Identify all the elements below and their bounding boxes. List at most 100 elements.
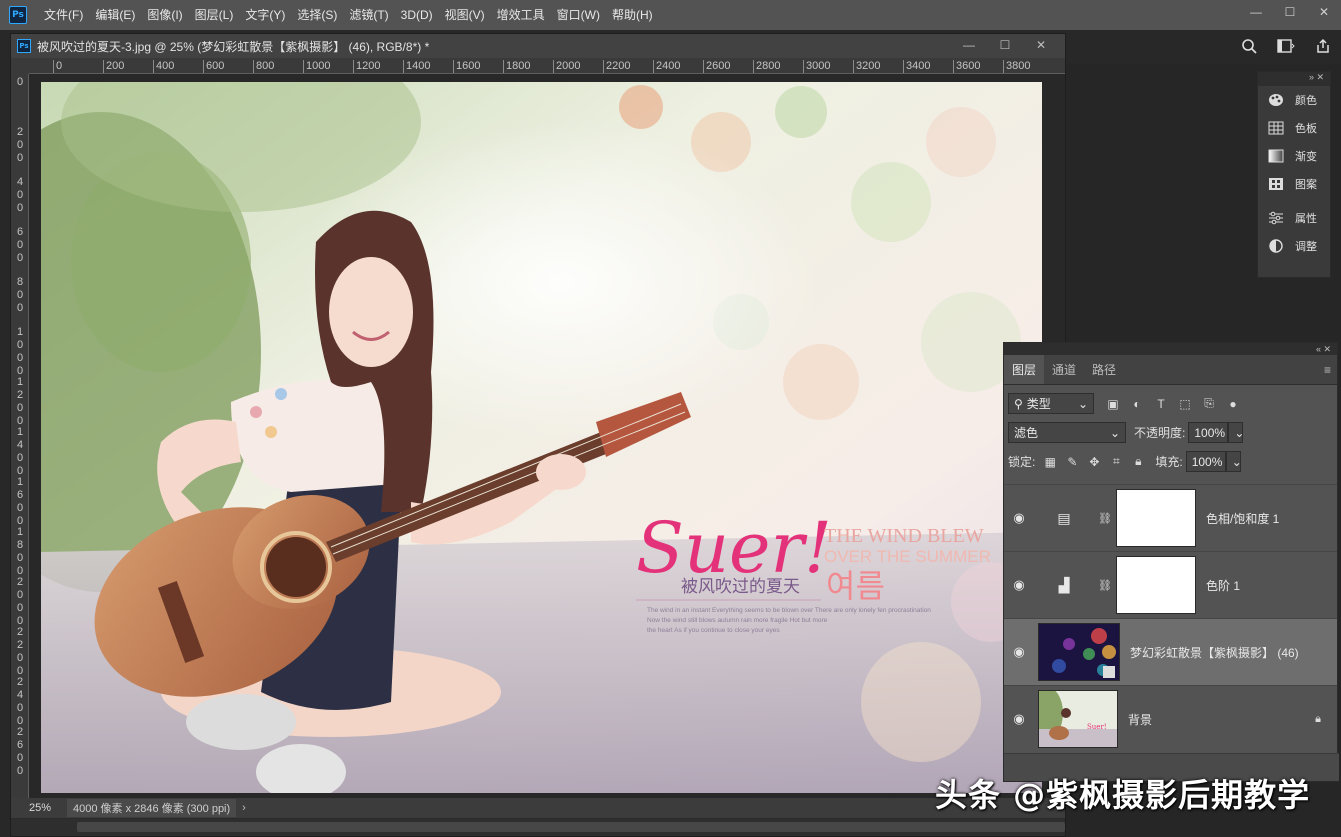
opacity-chevron-icon[interactable]: ⌄ [1228, 422, 1244, 443]
panel-button-label: 颜色 [1295, 95, 1317, 107]
panel-button-label: 色板 [1295, 123, 1317, 135]
menu-item[interactable]: 3D(D) [395, 0, 439, 30]
document-size-info[interactable]: 4000 像素 x 2846 像素 (300 ppi) [67, 799, 237, 817]
levels-adjustment-icon: ▟ [1058, 576, 1070, 593]
lock-icon[interactable]: 🔒︎ [1315, 713, 1321, 726]
filter-shape-icon[interactable]: ⬚ [1178, 397, 1192, 411]
canvas-image[interactable]: Suer! THE WIND BLEW OVER THE SUMMER 被风吹过… [41, 82, 1042, 793]
document-tab[interactable]: Ps 被风吹过的夏天-3.jpg @ 25% (梦幻彩虹散景【紫枫摄影】 (46… [11, 34, 1065, 58]
filter-type-icon[interactable]: T [1154, 397, 1168, 411]
horizontal-ruler[interactable]: 0 200 400 600 800 1000 1200 1400 1600 1800 2000 220… [29, 58, 1065, 74]
lock-image-icon[interactable]: ✎ [1065, 455, 1079, 469]
layers-tabs: 图层 通道 路径 ≡ [1004, 355, 1337, 385]
layers-panel: « ✕ 图层 通道 路径 ≡ ⚲ 类型 ⌄ ▣ ◐ T ⬚ ⎘ ● 滤色 ⌄ 不… [1003, 342, 1339, 782]
menu-item[interactable]: 帮助(H) [606, 0, 659, 30]
vertical-ruler[interactable]: 0 200 400 600 800 1000 1200 1400 1600 1800 2000 220… [11, 74, 29, 798]
layer-row-hue-saturation[interactable]: ◉ ▤ ⛓ 色相/饱和度 1 [1004, 484, 1337, 551]
menu-item[interactable]: 滤镜(T) [343, 0, 394, 30]
tab-channels[interactable]: 通道 [1044, 355, 1084, 384]
panel-dock-header[interactable]: » ✕ [1258, 72, 1330, 86]
panel-button-pattern[interactable]: 图案 [1258, 170, 1330, 198]
window-controls: — ☐ ✕ [1239, 0, 1341, 30]
share-icon[interactable] [1315, 38, 1331, 57]
opacity-input[interactable]: 100% [1188, 422, 1229, 443]
lock-artboard-icon[interactable]: ⌗ [1109, 454, 1123, 469]
ruler-tick-label: 1000 [16, 326, 24, 377]
layer-row-bokeh-smart-object[interactable]: ◉ 梦幻彩虹散景【紫枫摄影】 (46) [1004, 618, 1337, 685]
link-icon[interactable]: ⛓ [1094, 579, 1116, 592]
document-title: 被风吹过的夏天-3.jpg @ 25% (梦幻彩虹散景【紫枫摄影】 (46), … [37, 39, 430, 54]
ruler-tick-label: 3800 [1003, 60, 1030, 73]
maximize-icon[interactable]: ☐ [1273, 0, 1307, 24]
layers-panel-header[interactable]: « ✕ [1004, 343, 1337, 355]
blend-mode-dropdown[interactable]: 滤色 ⌄ [1008, 422, 1126, 443]
ruler-tick-label: 1800 [16, 526, 24, 577]
filter-toggle-icon[interactable]: ● [1226, 397, 1240, 411]
lock-label: 锁定: [1008, 455, 1036, 469]
layer-thumbnail[interactable]: Suer! [1038, 690, 1118, 748]
pattern-icon [1267, 176, 1285, 192]
panel-menu-icon[interactable]: ≡ [1316, 355, 1337, 384]
panel-button-gradient[interactable]: 渐变 [1258, 142, 1330, 170]
menu-item[interactable]: 视图(V) [439, 0, 491, 30]
layer-row-background[interactable]: ◉ Suer! 背景 🔒︎ [1004, 685, 1337, 752]
doc-close-icon[interactable]: ✕ [1023, 34, 1059, 56]
menu-item[interactable]: 编辑(E) [89, 0, 141, 30]
ruler-tick-label: 1600 [16, 476, 24, 527]
menu-item[interactable]: 图层(L) [189, 0, 240, 30]
filter-adjustment-icon[interactable]: ◐ [1130, 397, 1144, 411]
ruler-tick-label: 400 [16, 176, 24, 214]
visibility-eye-icon[interactable]: ◉ [1004, 510, 1034, 526]
opacity-label: 不透明度: [1134, 426, 1186, 440]
layer-name: 背景 [1128, 712, 1153, 727]
visibility-eye-icon[interactable]: ◉ [1004, 711, 1034, 727]
minimize-icon[interactable]: — [1239, 0, 1273, 24]
menu-item[interactable]: 文件(F) [38, 0, 89, 30]
ruler-tick-label: 2000 [16, 576, 24, 627]
horizontal-scrollbar[interactable] [11, 819, 1065, 836]
visibility-eye-icon[interactable]: ◉ [1004, 577, 1034, 593]
art-cn-title: 被风吹过的夏天 [681, 577, 800, 597]
panel-button-properties[interactable]: 属性 [1258, 204, 1330, 232]
fill-input[interactable]: 100% [1185, 451, 1226, 472]
search-icon[interactable] [1241, 38, 1257, 57]
menu-item[interactable]: 窗口(W) [551, 0, 606, 30]
collapsed-panel-dock: » ✕ 颜色色板渐变 图案属性 调整 [1257, 71, 1331, 278]
lock-position-icon[interactable]: ✥ [1087, 455, 1101, 469]
scrollbar-thumb[interactable] [77, 822, 1065, 832]
layer-filter-dropdown[interactable]: ⚲ 类型 ⌄ [1008, 393, 1094, 414]
panel-button-swatches[interactable]: 色板 [1258, 114, 1330, 142]
menu-item[interactable]: 选择(S) [291, 0, 343, 30]
layer-thumbnail[interactable] [1038, 623, 1120, 681]
fill-chevron-icon[interactable]: ⌄ [1225, 451, 1242, 472]
art-small1: The wind in an instant Everything seems … [647, 607, 931, 614]
lock-all-icon[interactable]: 🔒︎ [1131, 454, 1145, 469]
ruler-tick-label: 0 [16, 76, 24, 88]
doc-restore-icon[interactable]: ☐ [987, 34, 1023, 56]
ruler-tick-label: 2200 [603, 60, 630, 73]
ruler-tick-label: 0 [53, 60, 62, 73]
ruler-tick-label: 400 [153, 60, 174, 73]
zoom-level[interactable]: 25% [29, 802, 51, 814]
layer-mask-thumbnail[interactable] [1116, 556, 1196, 614]
layer-mask-thumbnail[interactable] [1116, 489, 1196, 547]
tab-paths[interactable]: 路径 [1084, 355, 1124, 384]
panel-button-palette[interactable]: 颜色 [1258, 86, 1330, 114]
doc-minimize-icon[interactable]: — [951, 34, 987, 56]
visibility-eye-icon[interactable]: ◉ [1004, 644, 1034, 660]
menu-item[interactable]: 增效工具 [491, 0, 551, 30]
panel-button-adjustments[interactable]: 调整 [1258, 232, 1330, 260]
workspace-icon[interactable] [1277, 38, 1295, 56]
tab-layers[interactable]: 图层 [1004, 355, 1045, 384]
link-icon[interactable]: ⛓ [1094, 512, 1116, 525]
filter-pixel-icon[interactable]: ▣ [1106, 397, 1120, 411]
menu-item[interactable]: 图像(I) [141, 0, 188, 30]
layer-row-levels[interactable]: ◉ ▟ ⛓ 色阶 1 [1004, 551, 1337, 618]
lock-transparent-icon[interactable]: ▦ [1043, 455, 1057, 469]
filter-smart-object-icon[interactable]: ⎘ [1202, 396, 1216, 411]
ruler-corner[interactable] [11, 58, 29, 74]
menu-item[interactable]: 文字(Y) [239, 0, 291, 30]
chevron-right-icon[interactable]: › [242, 802, 246, 814]
layer-name: 色阶 1 [1206, 578, 1241, 593]
close-icon[interactable]: ✕ [1307, 0, 1341, 24]
